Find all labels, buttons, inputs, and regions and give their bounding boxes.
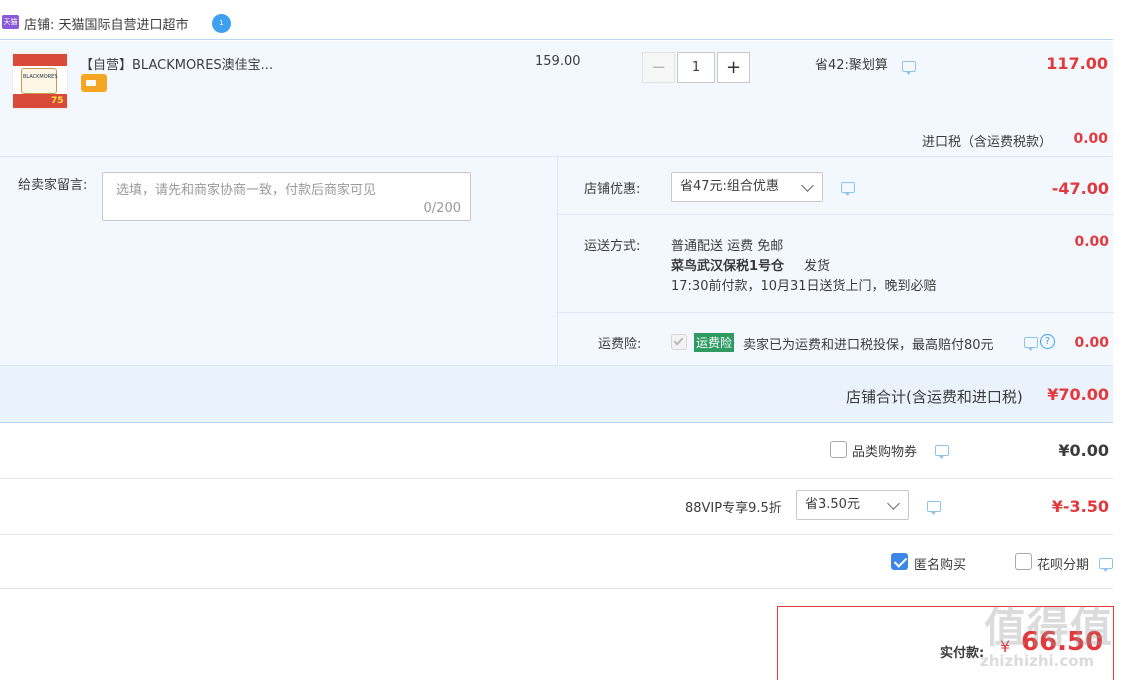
promo-info-icon[interactable] [902, 61, 916, 75]
shipping-row: 运送方式: 普通配送 运费 免邮 菜鸟武汉保税1号仓 发货 17:30前付款，1… [558, 215, 1114, 313]
shop-total-label: 店铺合计(含运费和进口税) [846, 388, 1023, 406]
vip-row: 88VIP专享9.5折 省3.50元 ¥-3.50 [0, 479, 1113, 535]
payment-summary-box: 实付款: ¥ 66.50 [777, 606, 1114, 680]
insurance-value: 0.00 [1074, 335, 1109, 351]
coupon-row: 品类购物券 ¥0.00 [0, 423, 1113, 479]
promo-label: 省42:聚划算 [815, 58, 888, 73]
vip-info-icon[interactable] [927, 501, 941, 515]
anonymous-checkbox[interactable] [891, 553, 908, 570]
shop-total-row: 店铺合计(含运费和进口税) ¥70.00 [0, 365, 1113, 423]
shop-discount-row: 店铺优惠: 省47元:组合优惠 -47.00 [558, 157, 1114, 215]
quantity-stepper: − 1 + [642, 52, 750, 83]
shop-discount-label: 店铺优惠: [584, 182, 641, 197]
anonymous-label[interactable]: 匿名购买 [914, 554, 966, 573]
product-thumbnail[interactable]: BLACKMORES 75 [12, 53, 68, 109]
shop-total-value: ¥70.00 [1047, 385, 1109, 404]
insurance-label: 运费险: [598, 337, 642, 352]
insurance-checkbox [671, 334, 687, 350]
increment-button[interactable]: + [717, 52, 750, 83]
pay-label: 实付款: [940, 646, 985, 661]
huabei-checkbox[interactable] [1015, 553, 1032, 570]
chevron-down-icon [887, 497, 900, 510]
message-counter: 0/200 [423, 201, 461, 216]
item-total: 117.00 [1046, 54, 1108, 73]
shop-discount-dropdown[interactable]: 省47元:组合优惠 [671, 172, 823, 202]
thumb-brand-text: BLACKMORES [23, 74, 58, 80]
import-tax-label: 进口税（含运费税款） [922, 135, 1053, 150]
message-placeholder: 选填，请先和商家协商一致，付款后商家可见 [116, 183, 377, 198]
product-title[interactable]: 【自营】BLACKMORES澳佳宝... [80, 54, 273, 73]
shop-header: 天猫 店铺: 天猫国际自营进口超市 1 [0, 10, 1113, 40]
vip-dropdown[interactable]: 省3.50元 [796, 490, 909, 520]
discount-info-icon[interactable] [841, 182, 855, 196]
import-tax-value: 0.00 [1073, 131, 1108, 147]
chevron-down-icon [801, 179, 814, 192]
unit-price: 159.00 [535, 54, 581, 69]
pay-currency: ¥ [1000, 637, 1011, 656]
help-icon[interactable]: ? [1040, 334, 1055, 349]
coupon-checkbox[interactable] [830, 441, 847, 458]
item-row: BLACKMORES 75 【自营】BLACKMORES澳佳宝... 159.0… [0, 41, 1113, 157]
right-panel: 店铺优惠: 省47元:组合优惠 -47.00 运送方式: 普通配送 运费 免邮 … [557, 157, 1114, 365]
huabei-info-icon[interactable] [1099, 558, 1113, 572]
insurance-badge: 运费险 [694, 333, 735, 352]
order-details-block: 给卖家留言: 选填，请先和商家协商一致，付款后商家可见 0/200 店铺优惠: … [0, 157, 1114, 365]
shipping-eta: 17:30前付款，10月31日送货上门，晚到必赔 [671, 279, 937, 294]
insurance-text: 卖家已为运费和进口税投保，最高赔付80元 [743, 338, 994, 353]
insurance-row: 运费险: 运费险 卖家已为运费和进口税投保，最高赔付80元 ? 0.00 [558, 313, 1114, 365]
coupon-value: ¥0.00 [1058, 441, 1109, 460]
vip-selected: 省3.50元 [805, 497, 860, 512]
tmall-shop-icon: 天猫 [2, 15, 19, 29]
huabei-label[interactable]: 花呗分期 [1037, 554, 1089, 573]
shipping-ship-word: 发货 [804, 259, 831, 274]
shipping-method: 普通配送 运费 免邮 [671, 239, 784, 254]
shipping-value: 0.00 [1074, 234, 1109, 250]
shipping-label: 运送方式: [584, 239, 641, 254]
chat-bubble-icon[interactable]: 1 [212, 14, 231, 33]
vip-value: ¥-3.50 [1051, 497, 1109, 516]
options-row: 匿名购买 花呗分期 [0, 535, 1113, 589]
insurance-info-icon[interactable] [1024, 337, 1038, 351]
decrement-button[interactable]: − [642, 52, 675, 83]
thumb-price: 75 [51, 96, 64, 106]
card-icon [81, 74, 107, 92]
message-label: 给卖家留言: [18, 178, 88, 193]
coupon-label: 品类购物券 [852, 445, 918, 460]
left-message-panel: 给卖家留言: 选填，请先和商家协商一致，付款后商家可见 0/200 [0, 157, 557, 365]
shop-name[interactable]: 店铺: 天猫国际自营进口超市 [24, 14, 189, 33]
shop-discount-selected: 省47元:组合优惠 [680, 179, 779, 194]
pay-amount: 66.50 [1021, 627, 1104, 657]
vip-label: 88VIP专享9.5折 [685, 501, 782, 516]
message-input[interactable]: 选填，请先和商家协商一致，付款后商家可见 0/200 [102, 172, 471, 221]
quantity-input[interactable]: 1 [677, 52, 715, 83]
shipping-warehouse: 菜鸟武汉保税1号仓 [671, 259, 785, 274]
shop-discount-value: -47.00 [1051, 179, 1109, 198]
coupon-info-icon[interactable] [935, 445, 949, 459]
